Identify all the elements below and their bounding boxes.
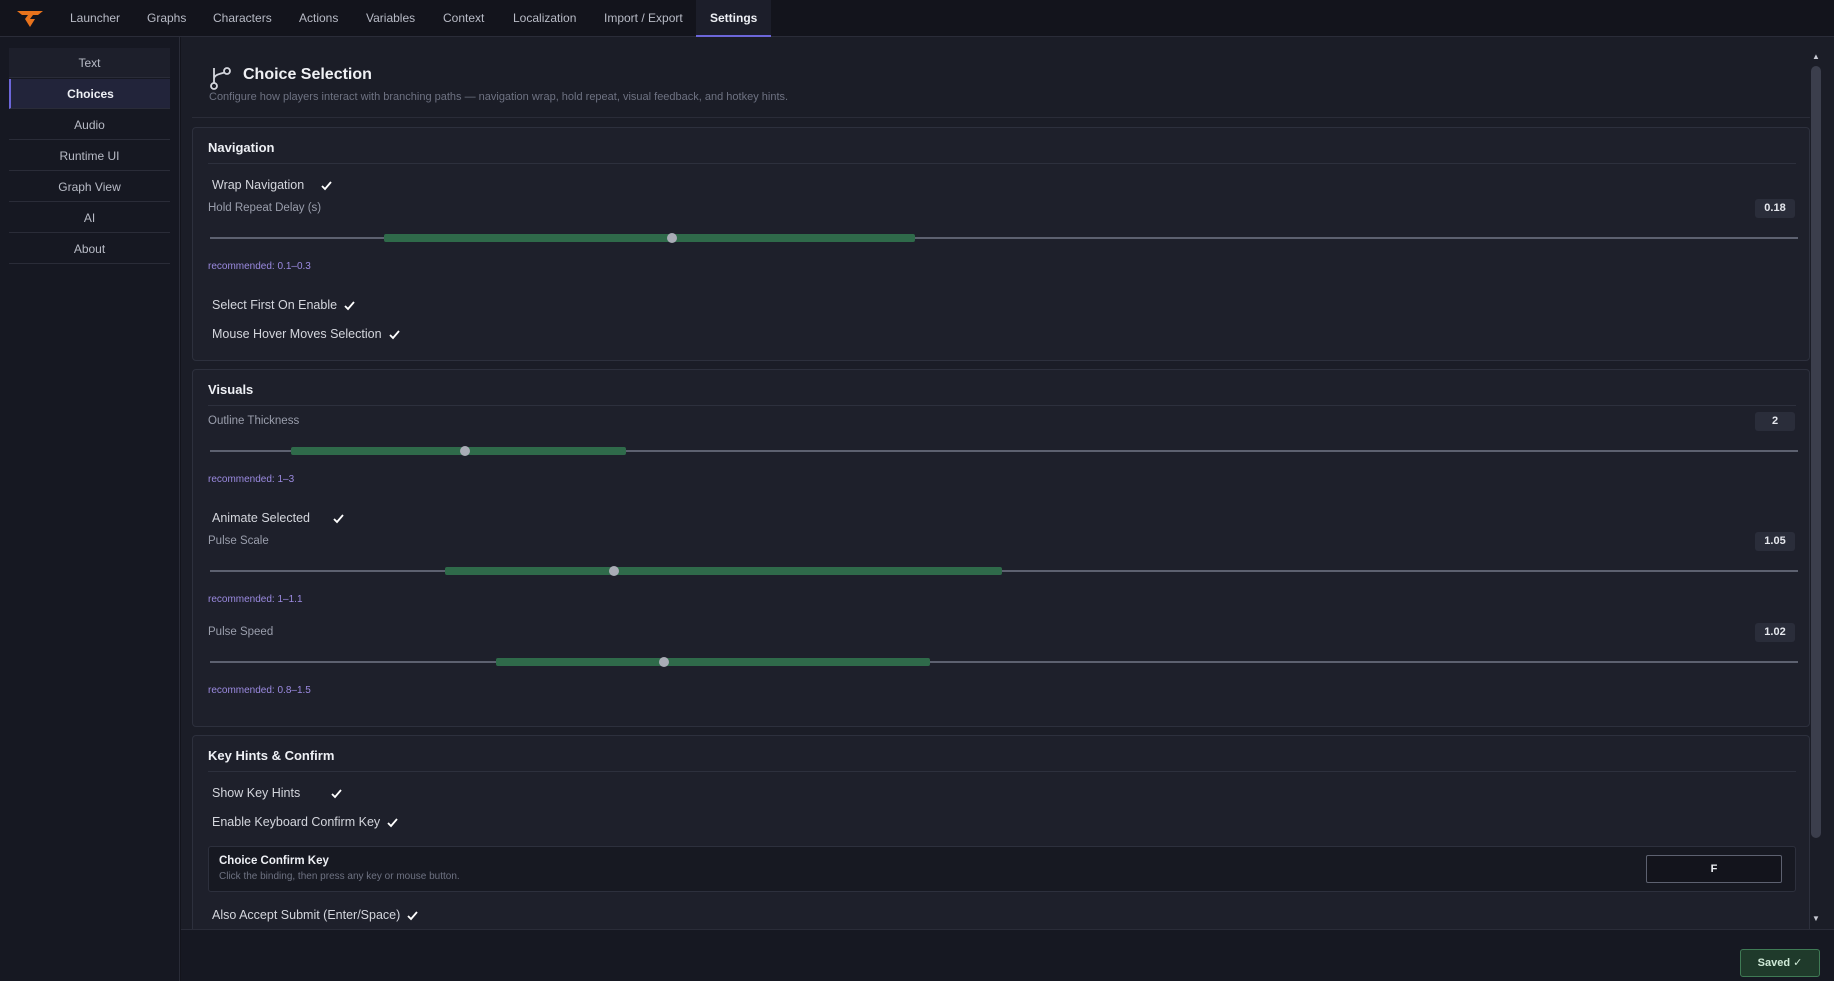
wrap-navigation-checkbox[interactable]	[320, 179, 333, 192]
scroll-up-arrow-icon[interactable]: ▲	[1810, 52, 1822, 62]
top-nav-bar: Launcher Graphs Characters Actions Varia…	[0, 0, 1834, 37]
keyboard-confirm-checkbox[interactable]	[386, 816, 399, 829]
footer-bar	[181, 929, 1834, 981]
mouse-hover-row: Mouse Hover Moves Selection	[212, 327, 401, 341]
wrap-navigation-row: Wrap Navigation	[212, 178, 333, 192]
recommended-hint: recommended: 0.1–0.3	[208, 261, 311, 272]
slider-handle[interactable]	[460, 446, 470, 456]
keyboard-confirm-label: Enable Keyboard Confirm Key	[212, 815, 381, 829]
show-key-hints-label: Show Key Hints	[212, 786, 301, 800]
animate-selected-checkbox[interactable]	[332, 512, 345, 525]
key-hints-section: Key Hints & Confirm Show Key Hints Enabl…	[192, 735, 1810, 929]
wrap-navigation-label: Wrap Navigation	[212, 178, 305, 192]
check-icon	[321, 180, 332, 190]
tab-variables[interactable]: Variables	[352, 0, 429, 37]
keyboard-confirm-row: Enable Keyboard Confirm Key	[212, 815, 399, 829]
accept-submit-checkbox[interactable]	[406, 909, 419, 922]
outline-thickness-label: Outline Thickness	[208, 415, 300, 427]
mouse-hover-checkbox[interactable]	[388, 328, 401, 341]
binding-hint: Click the binding, then press any key or…	[219, 871, 460, 882]
sidebar-item-audio[interactable]: Audio	[9, 110, 170, 140]
animate-selected-label: Animate Selected	[212, 511, 310, 525]
check-icon	[344, 300, 355, 310]
section-divider	[208, 163, 1796, 164]
pulse-speed-label: Pulse Speed	[208, 626, 274, 638]
recommended-hint: recommended: 1–3	[208, 474, 295, 485]
mouse-hover-label: Mouse Hover Moves Selection	[212, 327, 382, 341]
tab-launcher[interactable]: Launcher	[56, 0, 134, 37]
pulse-scale-label: Pulse Scale	[208, 535, 269, 547]
check-icon	[333, 513, 344, 523]
recommended-range	[384, 234, 915, 242]
recommended-hint: recommended: 0.8–1.5	[208, 685, 311, 696]
select-first-checkbox[interactable]	[343, 299, 356, 312]
sidebar-item-graph-view[interactable]: Graph View	[9, 172, 170, 202]
saved-status-button[interactable]: Saved ✓	[1740, 949, 1820, 977]
branch-icon	[210, 67, 231, 90]
choice-confirm-key-binding: Choice Confirm Key Click the binding, th…	[208, 846, 1796, 892]
section-divider	[208, 771, 1796, 772]
binding-title: Choice Confirm Key	[219, 855, 329, 867]
accept-submit-row: Also Accept Submit (Enter/Space)	[212, 908, 419, 922]
hold-repeat-delay-value[interactable]: 0.18	[1755, 199, 1795, 218]
show-key-hints-checkbox[interactable]	[330, 787, 343, 800]
header-divider	[192, 117, 1810, 118]
page-subtitle: Configure how players interact with bran…	[209, 91, 789, 103]
check-icon	[388, 329, 400, 339]
slider-handle[interactable]	[659, 657, 669, 667]
app-logo-icon[interactable]	[16, 9, 44, 29]
sidebar-item-about[interactable]: About	[9, 234, 170, 264]
tab-actions[interactable]: Actions	[285, 0, 352, 37]
settings-sidebar: Text Choices Audio Runtime UI Graph View…	[0, 37, 180, 981]
pulse-speed-slider[interactable]	[210, 661, 1798, 663]
tab-characters[interactable]: Characters	[199, 0, 286, 37]
check-icon	[407, 910, 418, 920]
section-title: Key Hints & Confirm	[208, 748, 335, 763]
sidebar-item-ai[interactable]: AI	[9, 203, 170, 233]
tab-graphs[interactable]: Graphs	[133, 0, 200, 37]
tab-import-export[interactable]: Import / Export	[590, 0, 697, 37]
tab-localization[interactable]: Localization	[499, 0, 590, 37]
recommended-range	[291, 447, 626, 455]
section-title: Visuals	[208, 382, 254, 397]
visuals-section: Visuals Outline Thickness 2 recommended:…	[192, 369, 1810, 727]
section-title: Navigation	[208, 140, 275, 155]
outline-thickness-value[interactable]: 2	[1755, 412, 1795, 431]
slider-handle[interactable]	[609, 566, 619, 576]
pulse-scale-value[interactable]: 1.05	[1755, 532, 1795, 551]
check-icon	[331, 788, 342, 798]
select-first-label: Select First On Enable	[212, 298, 338, 312]
recommended-range	[496, 658, 930, 666]
sidebar-item-choices[interactable]: Choices	[9, 79, 170, 109]
page-title: Choice Selection	[243, 66, 372, 83]
animate-selected-row: Animate Selected	[212, 511, 345, 525]
slider-handle[interactable]	[667, 233, 677, 243]
show-key-hints-row: Show Key Hints	[212, 786, 343, 800]
tab-settings[interactable]: Settings	[696, 0, 772, 37]
accept-submit-label: Also Accept Submit (Enter/Space)	[212, 908, 401, 922]
scroll-down-arrow-icon[interactable]: ▼	[1810, 914, 1822, 924]
key-binding-button[interactable]: F	[1646, 855, 1782, 883]
sidebar-item-runtime-ui[interactable]: Runtime UI	[9, 141, 170, 171]
recommended-hint: recommended: 1–1.1	[208, 594, 303, 605]
select-first-row: Select First On Enable	[212, 298, 356, 312]
section-divider	[208, 405, 1796, 406]
sidebar-item-text[interactable]: Text	[9, 48, 170, 78]
tab-context[interactable]: Context	[429, 0, 498, 37]
check-icon	[387, 817, 398, 827]
vertical-scrollbar[interactable]	[1811, 66, 1821, 838]
navigation-section: Navigation Wrap Navigation Hold Repeat D…	[192, 127, 1810, 361]
pulse-speed-value[interactable]: 1.02	[1755, 623, 1795, 642]
hold-repeat-delay-label: Hold Repeat Delay (s)	[208, 202, 322, 214]
recommended-range	[445, 567, 1002, 575]
